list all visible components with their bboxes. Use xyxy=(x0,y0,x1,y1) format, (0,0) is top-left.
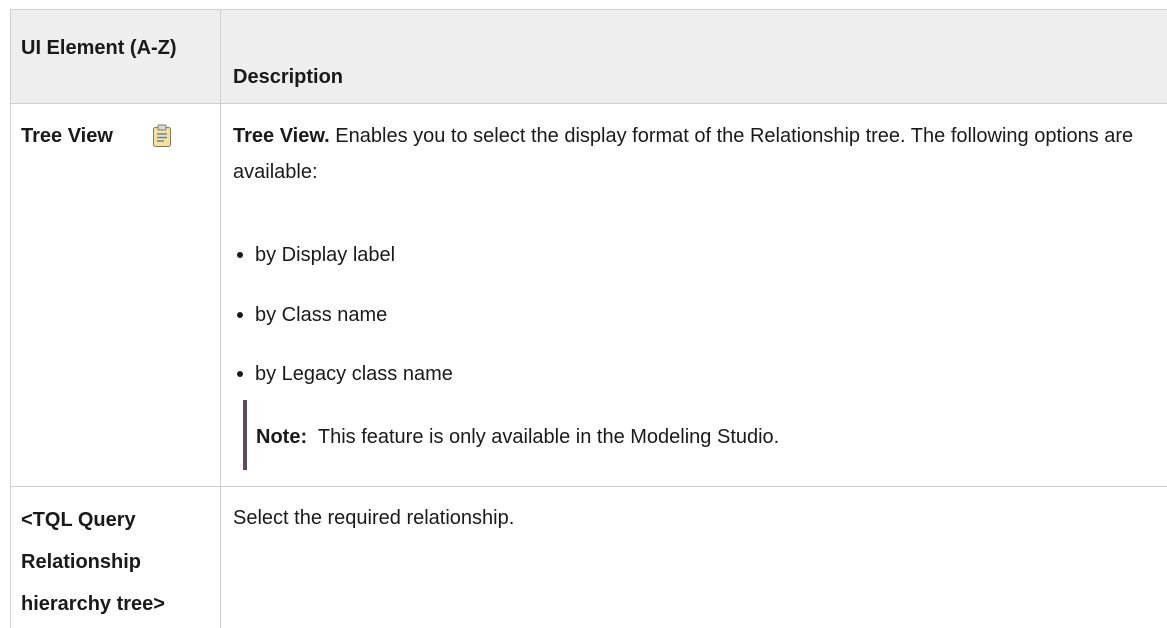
header-description: Description xyxy=(233,66,344,88)
description-text: Enables you to select the display format… xyxy=(233,125,1134,183)
ui-element-table: UI Element (A-Z) Description Tree View T… xyxy=(0,0,1167,628)
list-item: by Display label xyxy=(233,237,395,273)
row-element-name: Tree View xyxy=(21,125,113,147)
note-body: This feature is only available in the Mo… xyxy=(307,426,780,448)
row-element-name: <TQL Query Relationship hierarchy tree> xyxy=(21,509,165,615)
bullet-icon xyxy=(237,370,243,377)
header-ui-element: UI Element (A-Z) xyxy=(21,37,177,59)
note-text: Note: This feature is only available in … xyxy=(256,422,779,452)
list-item: by Legacy class name xyxy=(233,356,453,392)
header-cell-ui-element: UI Element (A-Z) xyxy=(10,9,220,103)
bullet-icon xyxy=(237,311,243,318)
note-accent-bar xyxy=(243,400,247,470)
option-label: by Class name xyxy=(255,304,388,326)
header-cell-description: Description xyxy=(220,9,1167,103)
row-description: Select the required relationship. xyxy=(233,507,515,529)
row-description: Tree View. Enables you to select the dis… xyxy=(233,118,1163,190)
table-left-border xyxy=(10,9,11,628)
bullet-icon xyxy=(237,251,243,258)
option-label: by Legacy class name xyxy=(255,363,453,385)
list-item: by Class name xyxy=(233,297,387,333)
column-divider xyxy=(220,9,221,628)
option-label: by Display label xyxy=(255,244,396,266)
description-lead: Tree View. xyxy=(233,125,330,147)
row-divider xyxy=(10,486,1167,487)
note-label: Note: xyxy=(256,426,308,448)
note-box: Note: This feature is only available in … xyxy=(233,400,1133,470)
header-bottom-border xyxy=(10,103,1167,104)
tree-view-icon[interactable] xyxy=(152,124,172,148)
